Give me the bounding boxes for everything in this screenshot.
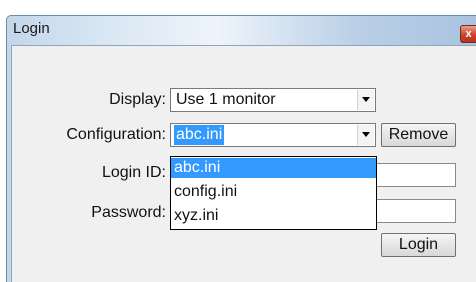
chevron-down-icon[interactable]: [357, 90, 374, 110]
display-select[interactable]: Use 1 monitor: [170, 88, 376, 112]
display-select-value: Use 1 monitor: [176, 91, 276, 108]
dropdown-option[interactable]: abc.ini: [171, 158, 376, 178]
configuration-select[interactable]: abc.ini: [170, 123, 376, 147]
configuration-label: Configuration:: [66, 126, 166, 143]
password-label: Password:: [91, 204, 166, 221]
dropdown-option[interactable]: xyz.ini: [171, 206, 376, 226]
password-input[interactable]: [376, 199, 456, 223]
window-title: Login: [13, 20, 50, 37]
login-id-label: Login ID:: [101, 164, 166, 181]
close-button[interactable]: x: [460, 25, 476, 43]
login-id-input[interactable]: [376, 163, 456, 187]
login-button[interactable]: Login: [381, 233, 456, 257]
title-bar[interactable]: Login x: [7, 16, 476, 44]
dropdown-option[interactable]: config.ini: [171, 182, 376, 202]
chevron-down-icon[interactable]: [357, 125, 374, 145]
configuration-dropdown-list[interactable]: abc.ini config.ini xyz.ini: [170, 156, 377, 230]
configuration-select-value: abc.ini: [174, 125, 225, 145]
display-label: Display:: [109, 91, 166, 108]
remove-button[interactable]: Remove: [381, 123, 456, 147]
close-icon: x: [465, 28, 472, 40]
